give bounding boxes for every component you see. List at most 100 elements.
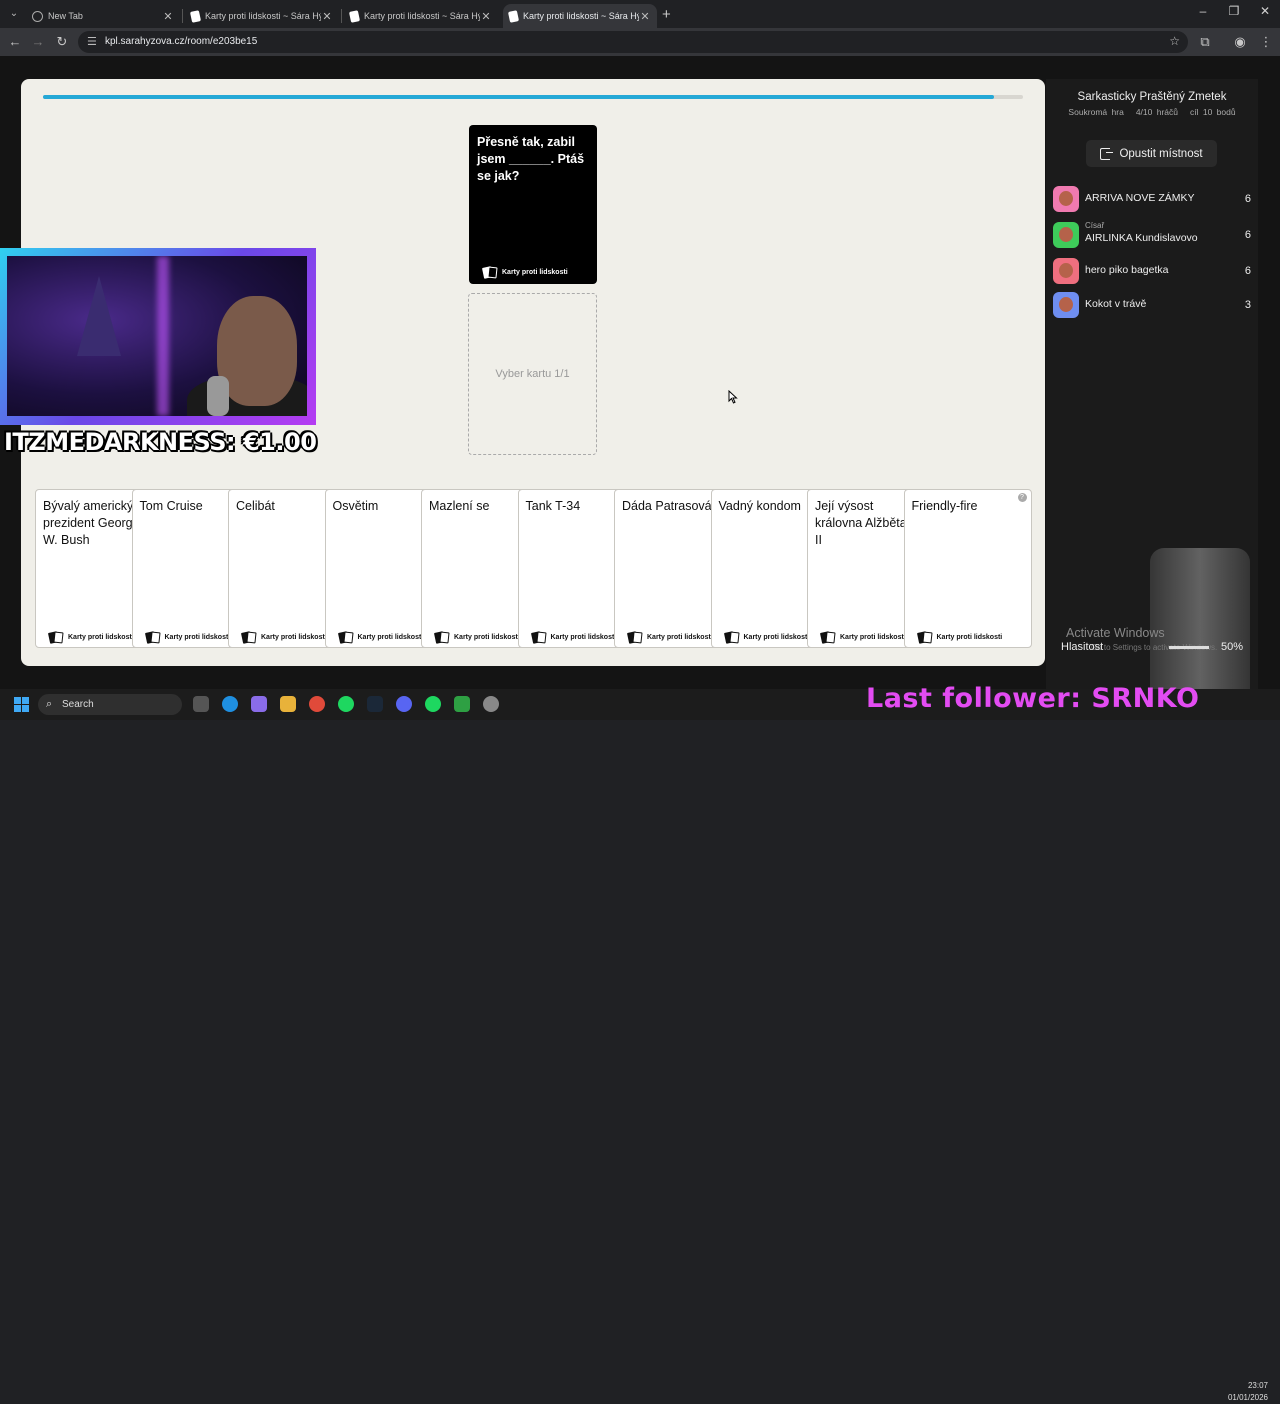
- player-row: Císař AIRLINKA Kundislavovo 6: [1053, 221, 1251, 249]
- webcam-tree: [77, 276, 121, 356]
- player-row: Kokot v trávě 3: [1053, 291, 1251, 319]
- room-goal: cíl 10 bodů: [1189, 107, 1236, 117]
- file-explorer-icon[interactable]: [280, 696, 296, 712]
- white-answer-card[interactable]: Bývalý americký prezident George W. Bush…: [35, 489, 145, 648]
- close-tab-icon[interactable]: ✕: [639, 10, 651, 23]
- cards-logo-icon-back: [632, 631, 643, 644]
- card-logo-text: Karty proti lidskosti: [743, 634, 810, 641]
- white-answer-card[interactable]: Dáda Patrasová Karty proti lidskosti: [614, 489, 724, 648]
- bookmark-star-icon[interactable]: ☆: [1169, 34, 1180, 48]
- browser-tab[interactable]: Karty proti lidskosti ~ Sára Hýžová✕: [503, 4, 657, 28]
- white-answer-card[interactable]: Její výsost královna Alžběta II Karty pro…: [807, 489, 917, 648]
- minimize-icon[interactable]: –: [1193, 4, 1213, 18]
- card-icon: [189, 9, 202, 23]
- card-logo: Karty proti lidskosti: [240, 631, 327, 644]
- player-name: Kokot v trávě: [1085, 298, 1147, 310]
- site-info-icon[interactable]: ☰: [87, 35, 97, 48]
- player-name: AIRLINKA Kundislavovo: [1085, 232, 1198, 244]
- avatar: [1053, 222, 1079, 248]
- browser-tab[interactable]: Karty proti lidskosti ~ Sára Hýžová✕: [185, 4, 339, 28]
- tab-strip: ⌄ New Tab ✕ Karty proti lidskosti ~ Sára H…: [0, 0, 1280, 28]
- close-tab-icon[interactable]: ✕: [321, 10, 333, 23]
- volume-label: Hlasitost: [1061, 641, 1104, 653]
- white-answer-card[interactable]: Tank T-34 Karty proti lidskosti: [517, 489, 628, 648]
- black-question-card: Přesně tak, zabil jsem ______. Ptáš se j…: [469, 125, 597, 284]
- answer-drop-slot[interactable]: Vyber kartu 1/1: [468, 293, 597, 455]
- forward-icon[interactable]: →: [30, 34, 46, 49]
- avatar-face: [1059, 191, 1073, 206]
- close-tab-icon[interactable]: ✕: [480, 10, 492, 23]
- player-row: hero piko bagetka 6: [1053, 257, 1251, 285]
- webcam-person-head: [217, 296, 297, 406]
- app-icon[interactable]: [454, 696, 470, 712]
- cards-logo-icon-back: [439, 631, 450, 644]
- card-text: Celibát: [236, 499, 275, 513]
- tab-title: New Tab: [48, 11, 83, 21]
- new-tab-button[interactable]: +: [662, 6, 671, 23]
- card-logo-text: Karty proti lidskosti: [647, 634, 713, 641]
- task-view-icon[interactable]: [193, 696, 209, 712]
- player-score: 3: [1244, 299, 1251, 311]
- help-icon[interactable]: ?: [1017, 493, 1027, 502]
- card-text: Tank T-34: [525, 499, 581, 513]
- discord-icon[interactable]: [396, 696, 412, 712]
- leave-room-button[interactable]: Opustit místnost: [1086, 140, 1217, 167]
- white-answer-card[interactable]: Celibát Karty proti lidskosti: [228, 489, 338, 648]
- room-title: Sarkasticky Praštěný Zmetek: [1077, 91, 1227, 103]
- card-logo-text: Karty proti lidskosti: [164, 634, 231, 641]
- player-score: 6: [1244, 193, 1251, 205]
- logout-icon: [1100, 147, 1114, 160]
- player-score: 6: [1244, 229, 1251, 241]
- cards-logo-icon-back: [535, 631, 547, 644]
- player-role-tag: Císař: [1085, 221, 1105, 230]
- card-logo: Karty proti lidskosti: [144, 631, 231, 644]
- card-text: Vadný kondom: [718, 499, 801, 513]
- card-text: Její výsost královna Alžběta II: [815, 499, 907, 547]
- clock-date: 01/01/2026: [1227, 1393, 1268, 1402]
- card-logo-text: Karty proti lidskosti: [936, 634, 1003, 641]
- spotify-icon-2[interactable]: [425, 696, 441, 712]
- card-text: Dáda Patrasová: [622, 499, 712, 513]
- white-answer-card[interactable]: Tom Cruise Karty proti lidskosti: [131, 489, 242, 648]
- cards-logo-icon-back: [53, 631, 64, 644]
- taskbar-search[interactable]: ⌕ Search: [38, 694, 182, 715]
- settings-gear-icon[interactable]: [483, 696, 499, 712]
- white-answer-card[interactable]: Osvětim Karty proti lidskosti: [324, 489, 435, 648]
- close-tab-icon[interactable]: ✕: [162, 10, 174, 23]
- profile-icon[interactable]: ◉: [1232, 34, 1248, 50]
- webcam-microphone: [207, 376, 229, 416]
- reload-icon[interactable]: ↻: [54, 34, 70, 50]
- menu-icon[interactable]: ⋮: [1258, 34, 1274, 50]
- extensions-icon[interactable]: ⧉: [1197, 34, 1213, 50]
- white-answer-card[interactable]: Vadný kondom Karty proti lidskosti: [710, 489, 821, 648]
- maximize-icon[interactable]: ❐: [1224, 4, 1244, 18]
- chrome-icon[interactable]: [309, 696, 325, 712]
- cards-logo-icon-back: [921, 631, 933, 644]
- white-answer-card[interactable]: Friendly-fire Karty proti lidskosti?: [903, 489, 1032, 648]
- player-name: hero piko bagetka: [1085, 264, 1169, 276]
- last-follower-overlay: Last follower: SRNKO: [866, 683, 1200, 714]
- volume-slider[interactable]: [1169, 646, 1209, 649]
- edge-icon[interactable]: [222, 696, 238, 712]
- card-text: Friendly-fire: [911, 499, 978, 513]
- card-logo-text: Karty proti lidskosti: [357, 634, 424, 641]
- back-icon[interactable]: ←: [7, 34, 23, 49]
- card-text: Tom Cruise: [139, 499, 203, 513]
- tab-search-dropdown-icon[interactable]: ⌄: [6, 6, 22, 22]
- avatar: [1053, 186, 1079, 212]
- cards-logo-icon-back: [149, 631, 161, 644]
- avatar-face: [1059, 297, 1073, 312]
- address-bar[interactable]: ☰ kpl.sarahyzova.cz/room/e203be15 ☆: [78, 31, 1188, 53]
- card-logo: Karty proti lidskosti: [337, 631, 424, 644]
- copilot-icon[interactable]: [251, 696, 267, 712]
- white-answer-card[interactable]: Mazlení se Karty proti lidskosti: [421, 489, 531, 648]
- room-meta: Soukromá hra 4/10 hráčů cíl 10 bodů: [1046, 107, 1258, 117]
- spotify-icon[interactable]: [338, 696, 354, 712]
- card-text: Bývalý americký prezident George W. Bush: [43, 499, 140, 547]
- start-button[interactable]: [14, 697, 29, 712]
- clock[interactable]: 23:07 01/01/2026: [1222, 1380, 1268, 1404]
- browser-tab[interactable]: Karty proti lidskosti ~ Sára Hýžová✕: [344, 4, 498, 28]
- steam-icon[interactable]: [367, 696, 383, 712]
- close-window-icon[interactable]: ✕: [1255, 4, 1275, 18]
- browser-tab[interactable]: New Tab ✕: [26, 4, 180, 28]
